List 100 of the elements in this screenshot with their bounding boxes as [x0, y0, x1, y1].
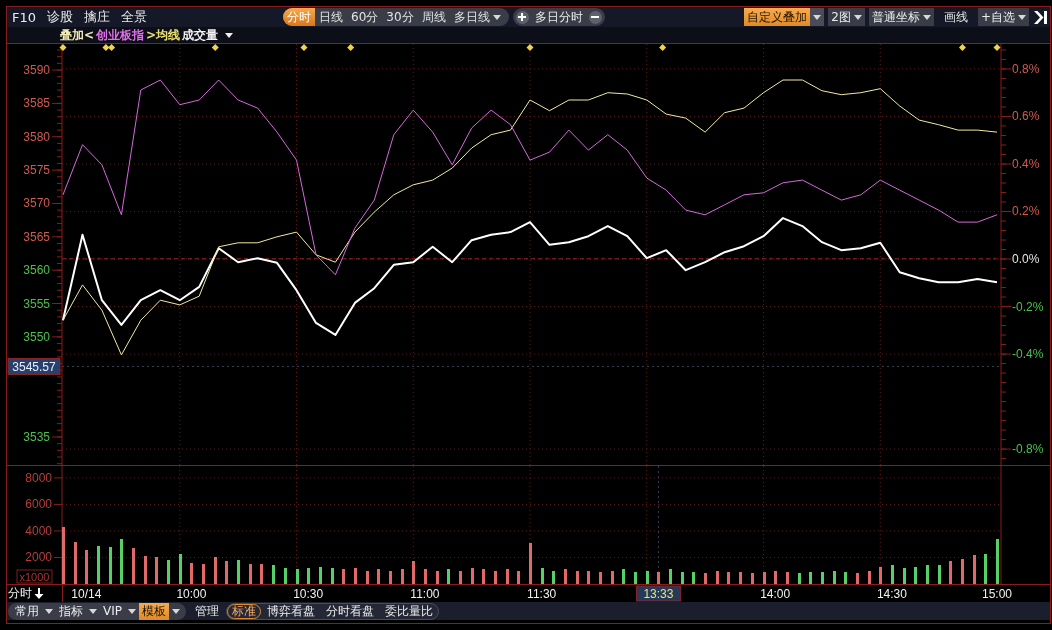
volume-bar — [319, 567, 322, 584]
legend-item: >均线 — [146, 27, 181, 43]
volume-bar — [646, 571, 649, 584]
period-menu[interactable]: 分时 — [7, 585, 62, 602]
menu-button[interactable]: 常用 — [12, 602, 42, 620]
volume-bar — [739, 572, 742, 584]
minus-icon — [591, 16, 600, 18]
axis-label: 3555 — [23, 296, 50, 311]
volume-bar — [622, 569, 625, 584]
add-button[interactable] — [515, 10, 529, 24]
menu-button[interactable]: 指标 — [56, 602, 86, 620]
menu-button[interactable]: 模板 — [139, 602, 169, 620]
axis-label: 3560 — [23, 263, 50, 278]
volume-bar — [763, 572, 766, 584]
volume-bar — [85, 550, 88, 584]
axis-label: 2000 — [25, 550, 52, 565]
volume-bar — [260, 564, 263, 584]
period-tab[interactable]: 30分 — [382, 8, 418, 26]
axis-label: 0.2% — [1012, 204, 1040, 219]
volume-bar — [109, 547, 112, 584]
menu-item[interactable]: 管理 — [195, 602, 219, 620]
volume-bar — [459, 571, 462, 584]
caret-icon — [1018, 14, 1026, 20]
volume-bar — [692, 572, 695, 584]
view-tab[interactable]: 博弈看盘 — [262, 603, 320, 619]
volume-bar — [284, 568, 287, 584]
volume-bar — [471, 568, 474, 584]
period-tab[interactable]: 60分 — [347, 8, 383, 26]
volume-bar — [97, 546, 100, 584]
toolbar-button[interactable]: 自定义叠加 — [744, 8, 811, 26]
menu-button[interactable]: VIP — [100, 602, 125, 620]
axis-label: 3570 — [23, 196, 50, 211]
volume-bar — [296, 569, 299, 584]
legend-item: 创业板指 — [96, 27, 145, 43]
chevron-bar-icon[interactable] — [1033, 10, 1047, 24]
remove-button[interactable] — [588, 10, 602, 24]
volume-bar — [634, 572, 637, 584]
nav-item[interactable]: 诊股 — [47, 8, 74, 26]
volume-bar — [482, 569, 485, 584]
caret-icon — [492, 14, 501, 20]
axis-label: 0.8% — [1012, 61, 1040, 76]
tool-item[interactable]: 画线 — [937, 8, 974, 26]
time-label: 10/14 — [71, 587, 102, 601]
volume-bar — [225, 561, 228, 584]
period-tab[interactable]: 周线 — [417, 8, 450, 26]
period-tab[interactable]: 日线 — [315, 8, 347, 26]
volume-bar — [447, 569, 450, 584]
unit-label: x1000 — [16, 569, 53, 584]
axis-label: 3585 — [23, 96, 50, 111]
volume-bar — [751, 573, 754, 584]
nav-item[interactable]: F10 — [12, 9, 37, 25]
caret-icon — [45, 608, 53, 614]
time-label: 14:00 — [760, 587, 791, 601]
view-tab[interactable]: 委比量比 — [380, 603, 438, 619]
volume-bar — [132, 548, 135, 584]
toolbar-button[interactable]: +自选 — [977, 8, 1029, 26]
legend-item: 叠加< — [60, 27, 95, 43]
volume-bar — [681, 572, 684, 584]
volume-bar — [249, 564, 252, 584]
axis-label: 0.4% — [1012, 157, 1040, 171]
axis-label: 3575 — [23, 163, 50, 178]
volume-bar — [973, 555, 976, 584]
volume-bar — [903, 568, 906, 584]
toolbar-button[interactable]: 2图 — [828, 8, 865, 26]
volume-bar — [868, 571, 871, 584]
volume-bar — [529, 543, 532, 584]
volume-bar — [856, 573, 859, 584]
axis-label: 3550 — [23, 329, 50, 344]
volume-bar — [120, 539, 123, 584]
arrow-down-icon — [34, 588, 44, 599]
volume-bar — [74, 542, 77, 584]
volume-bar — [669, 569, 672, 584]
volume-bar — [552, 571, 555, 584]
axis-label: 3565 — [23, 229, 50, 244]
caret-icon — [172, 608, 180, 614]
volume-bar — [541, 568, 544, 584]
volume-bar — [774, 571, 777, 584]
dropdown-button[interactable] — [810, 8, 825, 26]
axis-label: -0.8% — [1012, 442, 1044, 457]
toolbar-button[interactable]: 普通坐标 — [868, 8, 934, 26]
view-tab[interactable]: 分时看盘 — [321, 603, 379, 619]
multi-day-stepper[interactable]: 多日分时 — [512, 8, 605, 26]
volume-bar — [517, 571, 520, 584]
period-tab[interactable]: 多日线 — [449, 8, 505, 26]
volume-bar — [914, 567, 917, 584]
volume-bar — [401, 569, 404, 584]
time-label: 11:00 — [410, 587, 440, 601]
caret-icon — [922, 14, 931, 20]
time-label: 15:00 — [982, 587, 1012, 601]
volume-bar — [436, 571, 439, 584]
volume-bar — [704, 573, 707, 584]
nav-item[interactable]: 全景 — [121, 8, 148, 26]
nav-item[interactable]: 擒庄 — [84, 8, 111, 26]
plus-icon — [518, 13, 527, 21]
volume-bar — [984, 554, 987, 584]
axis-label: 3535 — [23, 430, 50, 444]
axis-label: -0.4% — [1012, 347, 1044, 362]
legend-item: 成交量 — [182, 27, 219, 43]
volume-bar — [331, 568, 334, 584]
time-label: 10:00 — [176, 587, 207, 601]
